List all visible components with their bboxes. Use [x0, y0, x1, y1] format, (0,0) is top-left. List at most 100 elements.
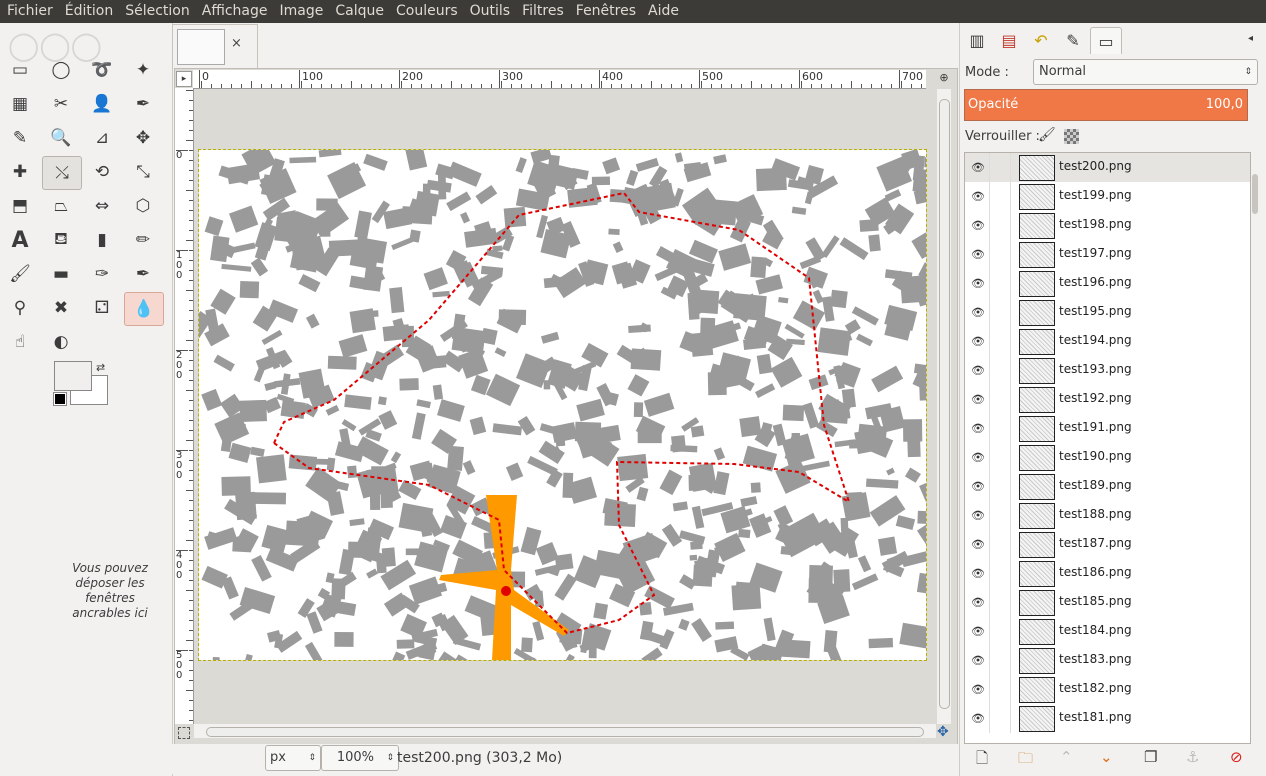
menu-item-filtres[interactable]: Filtres	[515, 0, 569, 23]
paths-tab[interactable]: ✎	[1058, 27, 1088, 53]
layer-row[interactable]: 👁 test189.png	[965, 472, 1250, 501]
opacity-slider[interactable]: Opacité 100,0	[964, 89, 1248, 121]
paintbrush-icon[interactable]: 🖌	[1, 258, 39, 290]
visibility-eye-icon[interactable]: 👁	[971, 538, 985, 551]
chain-toggle[interactable]	[989, 675, 1011, 704]
layer-name[interactable]: test195.png	[1059, 304, 1132, 318]
transform-icon[interactable]: ⤯	[42, 156, 82, 190]
new-layer-icon[interactable]: 🗋	[976, 748, 988, 773]
visibility-eye-icon[interactable]: 👁	[971, 596, 985, 609]
layer-name[interactable]: test182.png	[1059, 681, 1132, 695]
layers-list[interactable]: 👁 test200.png 👁 test199.png 👁 test198.png 👁 tes…	[964, 152, 1251, 744]
layer-row[interactable]: 👁 test192.png	[965, 385, 1250, 414]
layer-name[interactable]: test200.png	[1059, 159, 1132, 173]
layers-scrollbar[interactable]	[1251, 152, 1260, 742]
layer-name[interactable]: test188.png	[1059, 507, 1132, 521]
delete-layer-icon[interactable]: ⊘	[1230, 748, 1243, 766]
menu-item-affichage[interactable]: Affichage	[195, 0, 273, 23]
lock-alpha-icon[interactable]	[1064, 129, 1079, 144]
scale-icon[interactable]: ⤡	[124, 156, 162, 188]
layer-row[interactable]: 👁 test197.png	[965, 240, 1250, 269]
dock-menu-icon[interactable]: ◂	[1248, 33, 1253, 44]
ruler-corner-icon[interactable]: ▸	[176, 71, 192, 87]
chain-toggle[interactable]	[989, 617, 1011, 646]
new-layer-group-icon[interactable]: 🗀	[1018, 748, 1033, 773]
color-picker-icon[interactable]: ✎	[1, 122, 39, 154]
rotate-icon[interactable]: ⟲	[83, 156, 121, 188]
chain-toggle[interactable]	[989, 298, 1011, 327]
layer-row[interactable]: 👁 test196.png	[965, 269, 1250, 298]
chain-toggle[interactable]	[989, 211, 1011, 240]
visibility-eye-icon[interactable]: 👁	[971, 567, 985, 580]
layer-name[interactable]: test181.png	[1059, 710, 1132, 724]
foreground-color[interactable]	[54, 361, 92, 391]
chain-toggle[interactable]	[989, 588, 1011, 617]
layer-row[interactable]: 👁 test183.png	[965, 646, 1250, 675]
layer-name[interactable]: test198.png	[1059, 217, 1132, 231]
swap-colors-icon[interactable]: ⇄	[96, 361, 105, 374]
eraser-icon[interactable]: ▬	[42, 258, 80, 290]
raise-layer-icon[interactable]: ⌃	[1060, 748, 1073, 766]
visibility-eye-icon[interactable]: 👁	[971, 248, 985, 261]
foreground-select-icon[interactable]: 👤	[83, 88, 121, 120]
chain-toggle[interactable]	[989, 530, 1011, 559]
visibility-eye-icon[interactable]: 👁	[971, 364, 985, 377]
visibility-eye-icon[interactable]: 👁	[971, 277, 985, 290]
layer-row[interactable]: 👁 test193.png	[965, 356, 1250, 385]
fg-bg-color-swatch[interactable]: ⇄	[53, 361, 110, 411]
blend-icon[interactable]: ▮	[83, 224, 121, 256]
visibility-eye-icon[interactable]: 👁	[971, 712, 985, 725]
menu-item-calque[interactable]: Calque	[328, 0, 389, 23]
tool-options-tab[interactable]: ▥	[962, 27, 992, 53]
perspective-clone-icon[interactable]: ⚁	[83, 292, 121, 324]
visibility-eye-icon[interactable]: 👁	[971, 451, 985, 464]
layer-name[interactable]: test196.png	[1059, 275, 1132, 289]
layers-tab[interactable]: ▤	[994, 27, 1024, 53]
layer-row[interactable]: 👁 test199.png	[965, 182, 1250, 211]
layer-name[interactable]: test185.png	[1059, 594, 1132, 608]
layer-row[interactable]: 👁 test187.png	[965, 530, 1250, 559]
blur-icon[interactable]: 💧	[124, 292, 164, 326]
scissors-icon[interactable]: ✂	[42, 88, 80, 120]
layer-row[interactable]: 👁 test186.png	[965, 559, 1250, 588]
quick-mask-icon[interactable]	[178, 727, 190, 739]
menu-item-fichier[interactable]: Fichier	[0, 0, 58, 23]
menu-item-aide[interactable]: Aide	[641, 0, 684, 23]
images-tab[interactable]: ▭	[1090, 27, 1122, 54]
chain-toggle[interactable]	[989, 443, 1011, 472]
menu-item-edition[interactable]: Édition	[58, 0, 118, 23]
zoom-lock-icon[interactable]: ⊕	[937, 71, 951, 85]
layer-row[interactable]: 👁 test198.png	[965, 211, 1250, 240]
menu-item-couleurs[interactable]: Couleurs	[389, 0, 463, 23]
zoom-select[interactable]: 100% ⇕	[321, 745, 399, 771]
clone-icon[interactable]: ⚲	[1, 292, 39, 324]
anchor-layer-icon[interactable]: ⚓	[1186, 748, 1199, 766]
dodge-burn-icon[interactable]: ◐	[42, 326, 80, 358]
layer-row[interactable]: 👁 test195.png	[965, 298, 1250, 327]
duplicate-layer-icon[interactable]: ❐	[1144, 748, 1157, 766]
visibility-eye-icon[interactable]: 👁	[971, 219, 985, 232]
reset-colors-icon[interactable]	[53, 392, 67, 406]
image-tab[interactable]: ×	[172, 24, 258, 69]
fuzzy-select-icon[interactable]: ✦	[124, 54, 162, 86]
pencil-icon[interactable]: ✏	[124, 224, 162, 256]
layer-row[interactable]: 👁 test188.png	[965, 501, 1250, 530]
zoom-icon[interactable]: 🔍	[42, 122, 80, 154]
layer-name[interactable]: test183.png	[1059, 652, 1132, 666]
visibility-eye-icon[interactable]: 👁	[971, 654, 985, 667]
unit-select[interactable]: px ⇕	[265, 745, 321, 771]
vertical-scrollbar[interactable]	[937, 89, 951, 724]
lock-pixels-icon[interactable]: 🖌	[1038, 127, 1056, 143]
layer-row[interactable]: 👁 test200.png	[965, 153, 1250, 182]
measure-icon[interactable]: ⊿	[83, 122, 121, 154]
mode-select[interactable]: Normal ⇕	[1033, 59, 1258, 85]
menu-item-selection[interactable]: Sélection	[118, 0, 195, 23]
menu-item-image[interactable]: Image	[273, 0, 329, 23]
visibility-eye-icon[interactable]: 👁	[971, 683, 985, 696]
layer-row[interactable]: 👁 test182.png	[965, 675, 1250, 704]
cage-transform-icon[interactable]: ⬡	[124, 190, 162, 222]
chain-toggle[interactable]	[989, 327, 1011, 356]
layer-name[interactable]: test190.png	[1059, 449, 1132, 463]
chain-toggle[interactable]	[989, 472, 1011, 501]
chain-toggle[interactable]	[989, 356, 1011, 385]
